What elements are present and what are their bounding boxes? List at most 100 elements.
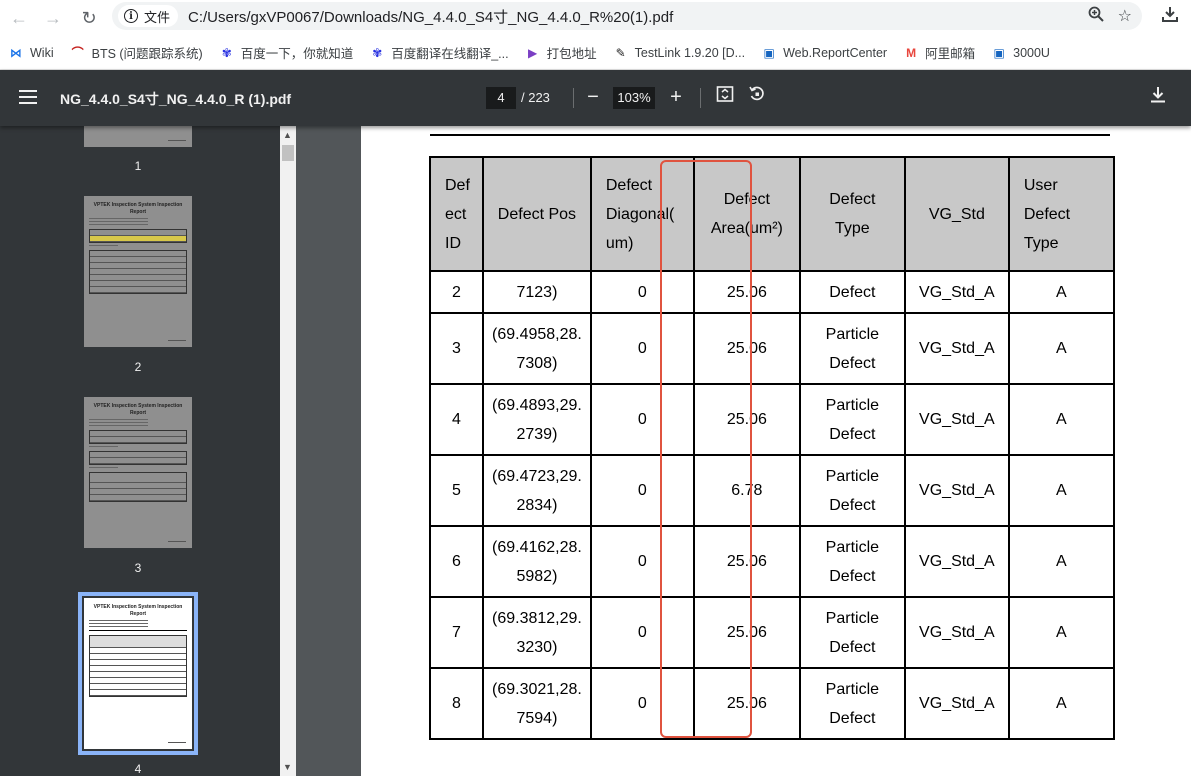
cell-line: (69.4162,28. — [492, 538, 582, 556]
cell-line: (69.3021,28. — [492, 680, 582, 698]
cell-pos: (69.3021,28. 7594) — [482, 667, 592, 740]
zoom-in-button[interactable]: + — [663, 84, 689, 110]
sidebar-scrollbar[interactable]: ▲ ▼ — [280, 126, 296, 776]
cell-user-type: A — [1007, 596, 1115, 669]
page-thumbnail-3[interactable]: VPTEK Inspection System Inspection Repor… — [84, 397, 192, 548]
table-header-row: Def ect ID Defect Pos Defect Diagonal(um) Defe… — [429, 156, 1115, 272]
cell-id: 3 — [429, 312, 484, 385]
back-button[interactable]: ← — [4, 3, 34, 33]
bookmark-star-icon[interactable]: ☆ — [1118, 6, 1132, 27]
bookmark-item[interactable]: ✎ TestLink 1.9.20 [D... — [613, 45, 746, 61]
scroll-down-icon[interactable]: ▼ — [283, 762, 292, 772]
cell-std: VG_Std_A — [903, 454, 1010, 527]
arrow-right-icon: → — [44, 7, 62, 28]
monitor-icon: ▣ — [993, 45, 1005, 60]
header-line: Type — [835, 220, 870, 237]
cell-line: 3230) — [516, 638, 558, 656]
pdf-toolbar: NG_4.4.0_S4寸_NG_4.4.0_R (1).pdf 4 / 223 … — [0, 70, 1191, 126]
cell-std: VG_Std_A — [903, 596, 1010, 669]
bookmark-label: TestLink 1.9.20 [D... — [634, 45, 746, 60]
mail-m-icon: M — [906, 45, 917, 60]
cell-id: 4 — [429, 383, 484, 456]
table-row: 5 (69.4723,29. 2834) 0 6.78 Particle Defect VG_… — [429, 454, 1115, 527]
bookmark-item[interactable]: ✾ 百度翻译在线翻译_... — [369, 43, 508, 62]
rotate-icon — [748, 85, 766, 109]
header-line: User — [1023, 176, 1058, 194]
cell-type: Particle Defect — [798, 454, 906, 527]
cell-std: VG_Std_A — [903, 525, 1010, 598]
cell-line: Defect — [829, 283, 876, 301]
cell-user-type: A — [1007, 270, 1115, 314]
cell-line: Defect — [829, 425, 876, 443]
scroll-up-icon[interactable]: ▲ — [283, 130, 292, 140]
header-line: VG_Std — [928, 205, 985, 223]
bts-icon: ⌒ — [71, 46, 84, 60]
pdf-download-button[interactable] — [1150, 86, 1166, 109]
menu-icon[interactable] — [19, 90, 37, 104]
cell-line: Defect — [829, 638, 876, 656]
table-row: 4 (69.4893,29. 2739) 0 25.06 Particle Defect VG… — [429, 383, 1115, 456]
bookmark-item[interactable]: ✾ 百度一下，你就知道 — [219, 43, 354, 62]
cell-pos: (69.4893,29. 2739) — [482, 383, 592, 456]
fit-page-icon — [716, 85, 734, 109]
pdf-title: NG_4.4.0_S4寸_NG_4.4.0_R (1).pdf — [60, 91, 292, 107]
bookmark-label: 阿里邮箱 — [925, 47, 976, 61]
wiki-icon: ⋈ — [10, 45, 22, 60]
table-row: 7 (69.3812,29. 3230) 0 25.06 Particle Defect VG… — [429, 596, 1115, 669]
pdf-viewer: Def ect ID Defect Pos Defect Diagonal(um) Defe… — [296, 126, 1191, 776]
page-thumbnail-1[interactable] — [84, 126, 192, 147]
bookmark-item[interactable]: ▶ 打包地址 — [525, 43, 597, 62]
forward-button[interactable]: → — [38, 3, 68, 33]
cell-line: 5982) — [516, 567, 558, 585]
zoom-out-button[interactable]: − — [580, 84, 606, 110]
toolbar-divider — [573, 88, 574, 108]
cell-type: Particle Defect — [798, 667, 906, 740]
bookmark-item[interactable]: ⋈ Wiki — [8, 45, 54, 61]
bookmark-item[interactable]: ▣ Web.ReportCenter — [761, 45, 887, 61]
bookmark-label: 3000U — [1013, 45, 1050, 60]
cell-line: Particle — [825, 609, 880, 627]
column-header: Defect Pos — [482, 156, 592, 272]
scrollbar-thumb[interactable] — [282, 145, 294, 161]
page-number-input[interactable]: 4 — [486, 87, 516, 109]
page-thumbnail-2[interactable]: VPTEK Inspection System Inspection Repor… — [84, 196, 192, 347]
bookmarks-bar: ⋈ Wiki ⌒ BTS (问题跟踪系统) ✾ 百度一下，你就知道 ✾ 百度翻译在线翻译_..… — [0, 36, 1191, 70]
baidu-paw-icon: ✾ — [372, 45, 383, 60]
url-text[interactable]: C:/Users/gxVP0067/Downloads/NG_4.4.0_S4寸… — [188, 6, 673, 27]
cell-user-type: A — [1007, 312, 1115, 385]
cell-id: 6 — [429, 525, 484, 598]
cell-line: 7594) — [516, 709, 558, 727]
reload-button[interactable]: ↻ — [74, 3, 104, 33]
fit-to-page-button[interactable] — [712, 84, 738, 110]
bookmark-item[interactable]: ⌒ BTS (问题跟踪系统) — [70, 43, 203, 62]
cell-line: 7123) — [516, 283, 558, 301]
bookmark-item[interactable]: ▣ 3000U — [991, 45, 1050, 61]
cell-line: Defect — [829, 709, 876, 727]
cell-line: Defect — [829, 354, 876, 372]
site-info-chip[interactable]: i 文件 — [118, 5, 179, 27]
bookmark-label: 打包地址 — [546, 47, 597, 61]
bookmark-item[interactable]: M 阿里邮箱 — [903, 43, 975, 62]
cell-line: Particle — [825, 680, 880, 698]
page-thumbnail-4[interactable]: VPTEK Inspection System Inspection Repor… — [84, 598, 192, 749]
zoom-input[interactable]: 103% — [613, 87, 655, 109]
omnibox[interactable]: i 文件 C:/Users/gxVP0067/Downloads/NG_4.4.… — [112, 2, 1142, 30]
defect-table: Def ect ID Defect Pos Defect Diagonal(um) Defe… — [429, 156, 1115, 740]
column-header: VG_Std — [903, 156, 1010, 272]
info-icon: i — [124, 9, 138, 23]
downloads-icon[interactable] — [1161, 5, 1179, 28]
header-line: ect — [445, 205, 467, 223]
cell-type: Particle Defect — [798, 383, 906, 456]
cell-id: 5 — [429, 454, 484, 527]
rotate-button[interactable] — [744, 84, 770, 110]
table-row: 8 (69.3021,28. 7594) 0 25.06 Particle Defect VG… — [429, 667, 1115, 740]
thumbnail-number: 2 — [134, 360, 142, 374]
cell-type: Defect — [798, 270, 906, 314]
zoom-magnifier-icon[interactable] — [1088, 6, 1104, 27]
cell-line: (69.4723,29. — [492, 467, 582, 485]
cell-std: VG_Std_A — [903, 667, 1010, 740]
cell-std: VG_Std_A — [903, 383, 1010, 456]
cell-std: VG_Std_A — [903, 312, 1010, 385]
thumbnail-number: 4 — [134, 762, 142, 776]
cell-type: Particle Defect — [798, 596, 906, 669]
